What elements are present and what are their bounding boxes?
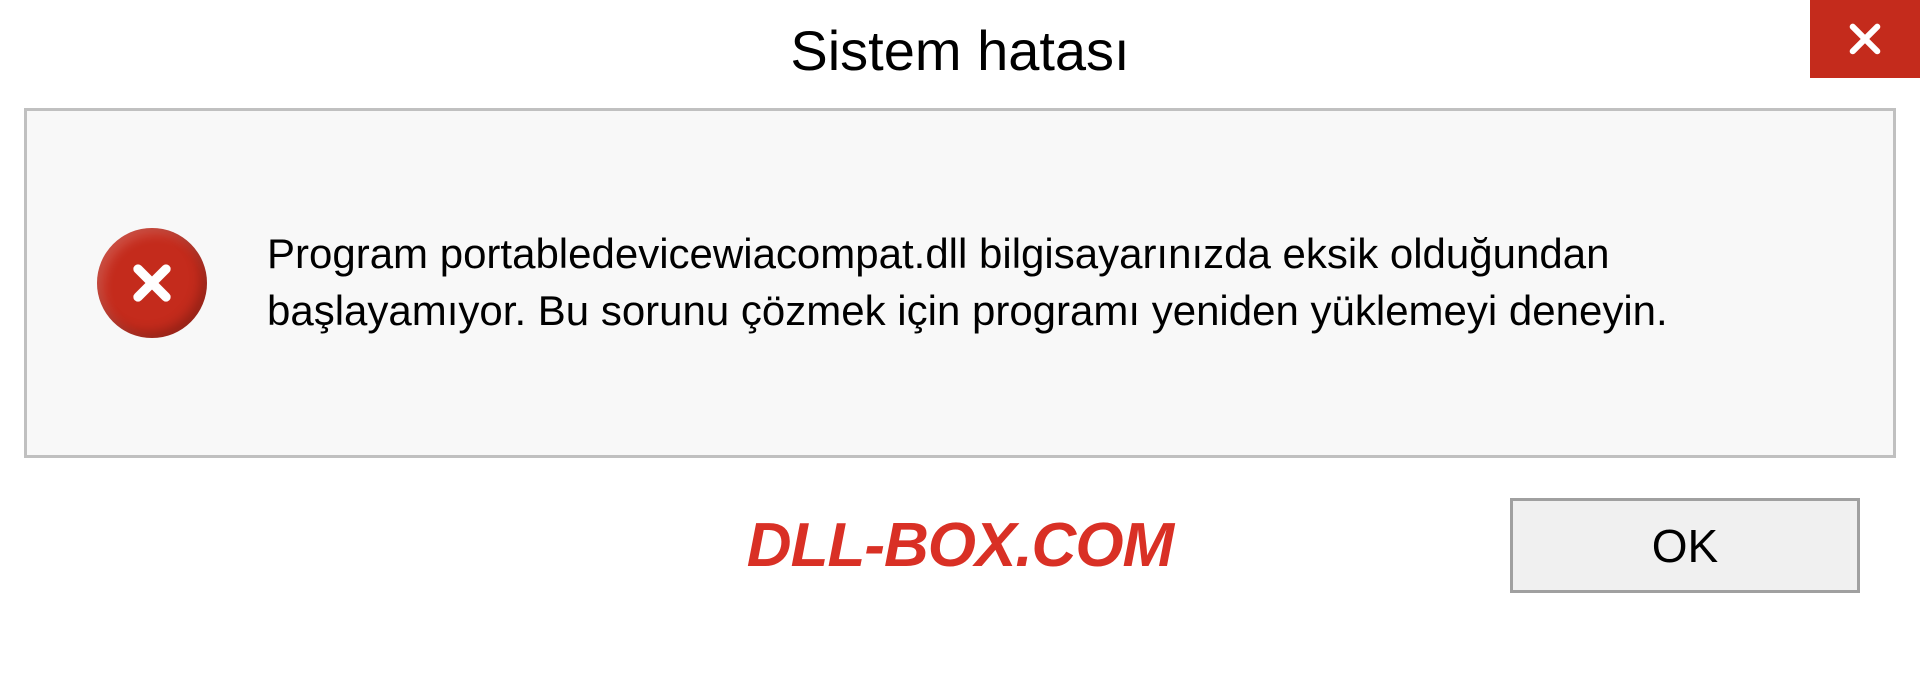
dialog-content: Program portabledevicewiacompat.dll bilg… xyxy=(24,108,1896,458)
titlebar: Sistem hatası xyxy=(0,0,1920,100)
bottom-bar: DLL-BOX.COM OK xyxy=(0,458,1920,593)
error-icon xyxy=(97,228,207,338)
error-message: Program portabledevicewiacompat.dll bilg… xyxy=(267,226,1823,339)
close-button[interactable] xyxy=(1810,0,1920,78)
error-icon-wrapper xyxy=(97,228,207,338)
dialog-title: Sistem hatası xyxy=(790,18,1129,83)
watermark-text: DLL-BOX.COM xyxy=(747,510,1173,581)
close-icon xyxy=(1844,18,1886,60)
ok-button[interactable]: OK xyxy=(1510,498,1860,593)
